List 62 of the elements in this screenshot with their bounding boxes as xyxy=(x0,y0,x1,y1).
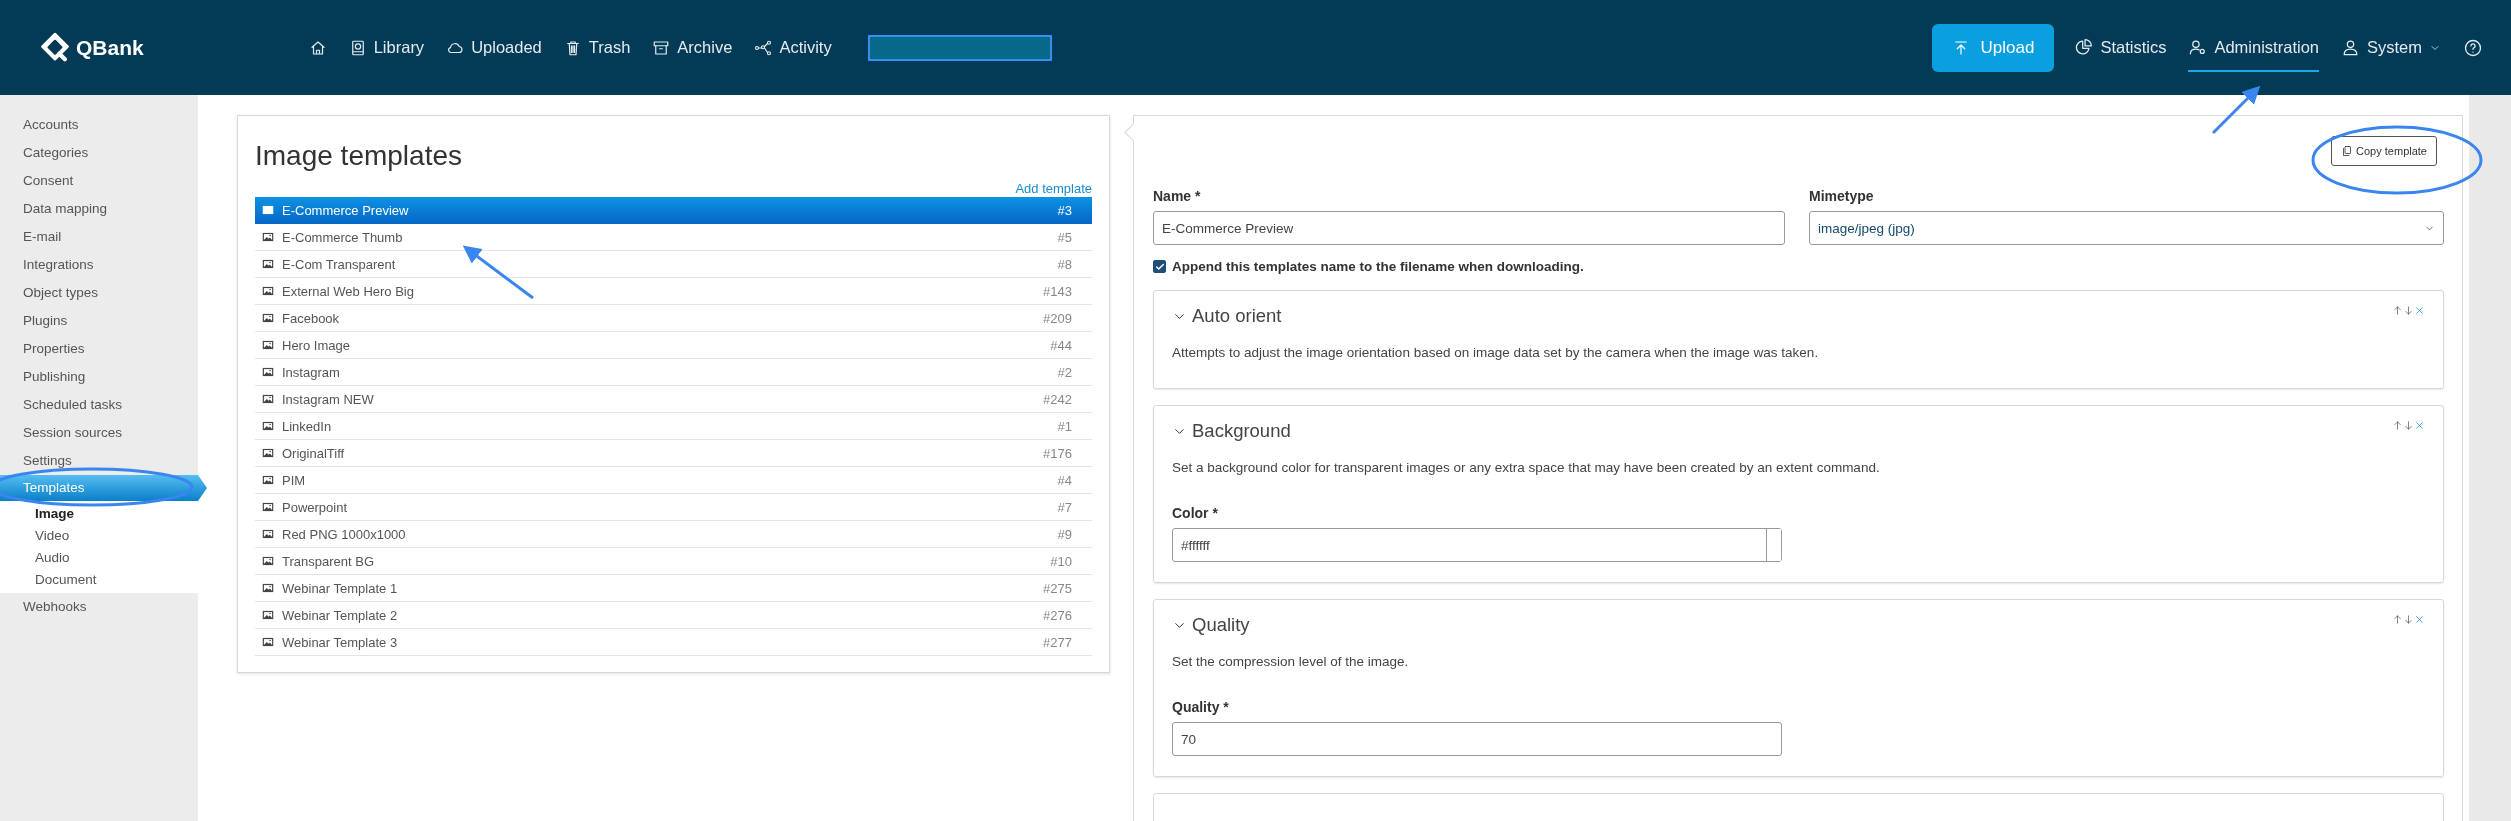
sidebar-item[interactable]: Consent xyxy=(0,167,198,195)
sidebar-item[interactable]: Integrations xyxy=(0,251,198,279)
nav-link[interactable]: System xyxy=(2341,23,2441,72)
sidebar-item[interactable]: Plugins xyxy=(0,307,198,335)
template-row[interactable]: OriginalTiff #176 xyxy=(255,440,1092,467)
template-row[interactable]: Webinar Template 2 #276 xyxy=(255,602,1092,629)
template-row[interactable]: Transparent BG #10 xyxy=(255,548,1092,575)
sidebar-item[interactable]: Publishing xyxy=(0,363,198,391)
section-title[interactable]: Auto orient xyxy=(1192,305,2387,327)
color-input[interactable]: #ffffff xyxy=(1172,528,1782,562)
sidebar-item[interactable]: Session sources xyxy=(0,419,198,447)
template-row[interactable]: Webinar Template 1 #275 xyxy=(255,575,1092,602)
section-description: Set the compression level of the image. xyxy=(1172,654,1410,669)
template-row[interactable]: Webinar Template 3 #277 xyxy=(255,629,1092,656)
app-logo: QBank xyxy=(76,35,144,60)
template-row[interactable]: PIM #4 xyxy=(255,467,1092,494)
nav-link[interactable]: Statistics xyxy=(2074,23,2167,72)
template-row[interactable]: External Web Hero Big #143 xyxy=(255,278,1092,305)
panel-title: Image templates xyxy=(255,140,463,172)
section-description: Attempts to adjust the image orientation based on image data set by the camera when the image was taken. xyxy=(1172,345,1820,360)
nav-link[interactable]: Uploaded xyxy=(446,38,542,57)
nav-link[interactable]: Trash xyxy=(563,38,631,57)
template-row[interactable]: E-Commerce Preview #3 xyxy=(255,197,1092,224)
nav-link[interactable]: Library xyxy=(348,38,425,57)
template-row[interactable]: Powerpoint #7 xyxy=(255,494,1092,521)
sidebar-subitem[interactable]: Audio xyxy=(0,547,198,569)
template-row[interactable]: Red PNG 1000x1000 #9 xyxy=(255,521,1092,548)
quality-input[interactable]: 70 xyxy=(1172,722,1782,756)
sidebar-item[interactable]: Object types xyxy=(0,279,198,307)
template-row[interactable]: Facebook #209 xyxy=(255,305,1092,332)
sidebar-item[interactable]: Categories xyxy=(0,139,198,167)
nav-link[interactable]: Administration xyxy=(2188,23,2319,72)
field-label: Name * xyxy=(1153,188,1202,204)
name-input[interactable]: E-Commerce Preview xyxy=(1153,211,1785,245)
sidebar-item[interactable]: Properties xyxy=(0,335,198,363)
mimetype-select[interactable]: image/jpeg (jpg) xyxy=(1809,211,2444,245)
sidebar-subitem[interactable]: Document xyxy=(0,569,198,591)
template-row[interactable]: LinkedIn #1 xyxy=(255,413,1092,440)
sidebar-subitem[interactable]: Image xyxy=(0,503,198,525)
sidebar-item[interactable]: Scheduled tasks xyxy=(0,391,198,419)
sidebar-item[interactable]: Accounts xyxy=(0,111,198,139)
template-row[interactable]: E-Commerce Thumb #5 xyxy=(255,224,1092,251)
copy-template-button[interactable]: Copy template xyxy=(2331,136,2437,166)
checkbox-label: Append this templates name to the filename when downloading. xyxy=(1172,259,1584,274)
sidebar-item[interactable]: Data mapping xyxy=(0,195,198,223)
field-label: Mimetype xyxy=(1809,188,1875,204)
nav-link[interactable]: Activity xyxy=(754,38,832,57)
sidebar-item[interactable]: Settings xyxy=(0,447,198,475)
add-template-link[interactable]: Add template xyxy=(255,181,1092,197)
template-row[interactable]: E-Com Transparent #8 xyxy=(255,251,1092,278)
nav-link[interactable]: Archive xyxy=(652,38,733,57)
section-description: Set a background color for transparent images or any extra space that may have been created by an extent command. xyxy=(1172,460,1881,475)
sidebar-item[interactable]: Webhooks xyxy=(0,593,198,621)
sidebar-item[interactable]: E-mail xyxy=(0,223,198,251)
sidebar-subitem[interactable]: Video xyxy=(0,525,198,547)
field-label: Color * xyxy=(1172,505,1219,521)
template-row[interactable]: Instagram NEW #242 xyxy=(255,386,1092,413)
field-label: Quality * xyxy=(1172,699,1230,715)
template-row[interactable]: Instagram #2 xyxy=(255,359,1092,386)
template-row[interactable]: Hero Image #44 xyxy=(255,332,1092,359)
section-title[interactable]: Quality xyxy=(1192,614,2387,636)
section-title[interactable]: Background xyxy=(1192,420,2387,442)
